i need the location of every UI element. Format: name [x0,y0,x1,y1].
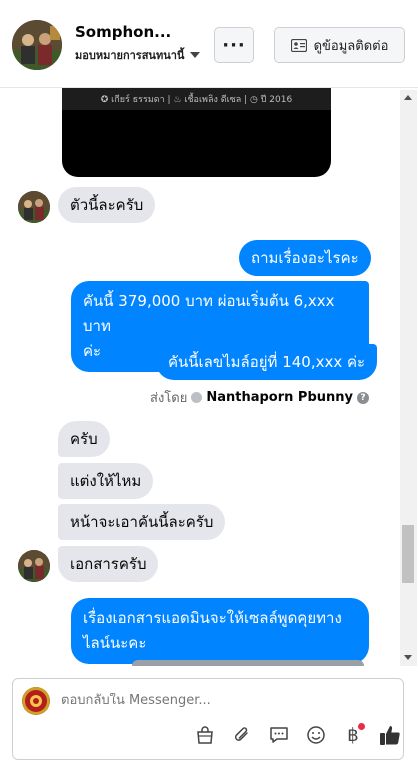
outgoing-message[interactable]: คันนี้เลขไมล์อยู่ที่ 140,xxx ค่ะ [156,344,378,380]
sent-check-icon [191,392,203,403]
view-contact-label: ดูข้อมูลติดต่อ [313,38,389,54]
conversation-header: Somphon... มอบหมายการสนทนานี้ ··· ดูข้อม… [0,0,418,88]
video-attachment[interactable]: ✪ เกียร์ ธรรมดา | ♨ เชื้อเพลิง ดีเซล | ◷… [62,88,331,177]
video-caption: ✪ เกียร์ ธรรมดา | ♨ เชื้อเพลิง ดีเซล | ◷… [62,88,331,110]
sender-avatar [18,191,50,223]
incoming-message[interactable]: หน้าจะเอาคันนี้ละครับ [58,504,226,540]
reply-input[interactable] [61,693,361,708]
outgoing-message[interactable]: เรื่องเอกสารแอดมินจะให้เซลล์พูดคุยทาง ไล… [71,598,369,664]
payment-baht-icon[interactable]: ฿ [341,723,365,747]
more-icon: ··· [222,34,246,56]
thumbs-up-icon[interactable] [378,723,402,747]
sent-by-prefix: ส่งโดย [150,391,188,406]
reply-composer: ฿ [12,678,404,760]
message-line: ไลน์นะคะ [83,634,147,652]
view-contact-button[interactable]: ดูข้อมูลติดต่อ [274,27,405,63]
incoming-message[interactable]: แต่งให้ไหม [58,463,154,499]
caret-down-icon [190,52,201,58]
sender-avatar [18,550,50,582]
shop-bag-icon[interactable] [193,723,217,747]
contact-name[interactable]: Somphon... [75,23,171,41]
outgoing-message[interactable]: ถามเรื่องอะไรคะ [239,240,371,276]
baht-symbol: ฿ [347,724,359,746]
contact-avatar[interactable] [12,20,62,70]
notification-dot [358,723,365,730]
incoming-message[interactable]: ตัวนี้ละครับ [58,187,156,223]
message-line: เรื่องเอกสารแอดมินจะให้เซลล์พูดคุยทาง [83,609,342,627]
assign-label: มอบหมายการสนทนานี้ [75,49,185,62]
sent-by-label: ส่งโดย Nanthaporn Pbunny ? [150,387,369,408]
incoming-message[interactable]: เอกสารครับ [58,546,159,582]
page-avatar [22,687,50,715]
emoji-icon[interactable] [304,723,328,747]
scroll-down-arrow-icon[interactable] [404,655,412,660]
help-icon[interactable]: ? [357,391,369,404]
sent-by-name[interactable]: Nanthaporn Pbunny [206,390,353,405]
incoming-message[interactable]: ครับ [58,421,110,457]
more-options-button[interactable]: ··· [214,27,254,63]
scrollbar-thumb[interactable] [402,525,414,583]
contact-card-icon [290,38,307,52]
messages-scrollbar[interactable] [400,90,417,666]
scroll-up-arrow-icon[interactable] [404,95,412,100]
message-line: คันนี้ 379,000 บาท ผ่อนเริ่มต้น 6,xxx บา… [83,292,335,335]
saved-replies-icon[interactable] [267,723,291,747]
composer-toolbar: ฿ [193,723,402,747]
attachment-paperclip-icon[interactable] [230,723,254,747]
image-attachment-preview[interactable] [132,660,364,666]
assign-conversation-dropdown[interactable]: มอบหมายการสนทนานี้ [75,46,201,64]
